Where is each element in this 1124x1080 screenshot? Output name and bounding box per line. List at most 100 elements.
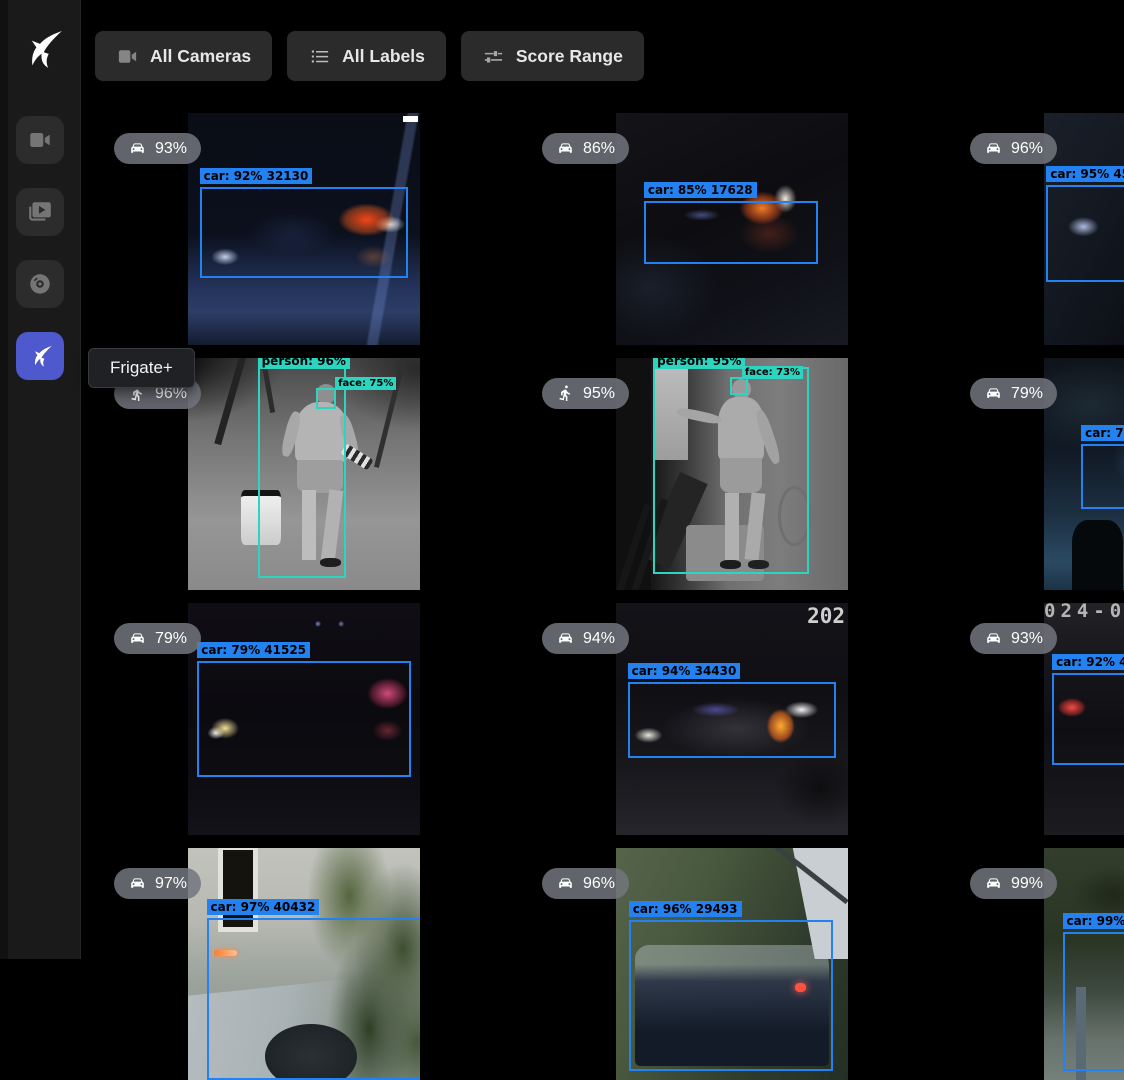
detection-item[interactable]: 94% 202 car: 94% 34430 — [520, 603, 944, 835]
detection-thumbnail[interactable]: person: 96% face: 75% — [188, 358, 420, 590]
filter-label: All Labels — [342, 46, 425, 67]
car-icon — [128, 874, 147, 893]
car-icon — [556, 139, 575, 158]
detection-item[interactable]: 79% car: 79% 41525 — [92, 603, 516, 835]
sidebar-item-live[interactable] — [16, 116, 64, 164]
silhouette — [1072, 520, 1123, 590]
detection-thumbnail[interactable]: car: 96% 29493 — [616, 848, 848, 1080]
score-badge: 79% — [114, 623, 201, 654]
detection-item[interactable]: 86% car: 85% 17628 — [520, 113, 944, 345]
bbox-label: car: 92% 32130 — [200, 168, 313, 184]
camera-timestamp: 024-05 0 — [1044, 603, 1124, 622]
score-badge: 93% — [970, 623, 1057, 654]
list-icon — [308, 45, 331, 68]
sliders-icon — [482, 45, 505, 68]
sidebar-nav — [16, 116, 64, 380]
badge-score: 94% — [583, 630, 615, 648]
detection-item[interactable]: 97% car: 97% 40432 — [92, 848, 516, 1080]
review-play-icon — [27, 199, 53, 225]
detection-item[interactable]: 96% person: 96% face: — [92, 358, 516, 590]
face-bounding-box: face: 73% — [730, 377, 749, 396]
badge-score: 99% — [1011, 875, 1043, 893]
score-badge: 99% — [970, 868, 1057, 899]
detection-thumbnail[interactable]: car: 79% 41525 — [188, 603, 420, 835]
frigate-plus-bird-icon — [27, 343, 53, 369]
score-badge: 95% — [542, 378, 629, 409]
badge-score: 96% — [583, 875, 615, 893]
detection-item[interactable]: 95% — [520, 358, 944, 590]
car-icon — [984, 629, 1003, 648]
bounding-box: car: 92% 4218 — [1052, 673, 1124, 766]
bbox-label: person: 95% — [653, 358, 745, 369]
filter-label: All Cameras — [150, 46, 251, 67]
bounding-box: car: 97% 40432 — [207, 918, 420, 1080]
detection-thumbnail[interactable]: person: 95% face: 73% — [616, 358, 848, 590]
badge-score: 93% — [1011, 630, 1043, 648]
detection-thumbnail[interactable]: car: 97% 40432 — [188, 848, 420, 1080]
car-icon — [984, 139, 1003, 158]
score-badge: 94% — [542, 623, 629, 654]
badge-score: 96% — [1011, 140, 1043, 158]
car-icon — [556, 874, 575, 893]
bounding-box: car: 96% 29493 — [629, 920, 833, 1071]
all-cameras-filter-button[interactable]: All Cameras — [95, 31, 272, 81]
badge-score: 86% — [583, 140, 615, 158]
bbox-label: car: 85% 17628 — [644, 182, 757, 198]
face-label: face: 73% — [742, 366, 803, 379]
osd-fragment — [403, 116, 418, 122]
frigate-logo — [18, 26, 64, 72]
detection-thumbnail[interactable]: 202 car: 94% 34430 — [616, 603, 848, 835]
detection-item[interactable]: 96% car: 96% 29493 — [520, 848, 944, 1080]
sidebar-item-frigate-plus[interactable] — [16, 332, 64, 380]
detection-item[interactable]: 93% car: 92% 32130 — [92, 113, 516, 345]
bbox-label: car: 94% 34430 — [628, 663, 741, 679]
detection-thumbnail[interactable]: car: 92% 32130 — [188, 113, 420, 345]
bbox-label: car: 79% — [1081, 425, 1124, 441]
detection-item[interactable]: 93% 024-05 0 car: 92% 4218 — [948, 603, 1124, 835]
camera-icon — [116, 45, 139, 68]
bbox-label: car: 92% 4218 — [1052, 654, 1124, 670]
car-icon — [984, 874, 1003, 893]
bbox-label: person: 96% — [258, 358, 350, 369]
bounding-box: car: 79% 41525 — [197, 661, 410, 777]
bounding-box: car: 92% 32130 — [200, 187, 409, 277]
bounding-box: car: 95% 45260 — [1046, 185, 1124, 282]
filter-label: Score Range — [516, 46, 623, 67]
face-bounding-box: face: 75% — [316, 388, 337, 409]
car-icon — [984, 384, 1003, 403]
detection-item[interactable]: 96% car: 95% 45260 — [948, 113, 1124, 345]
all-labels-filter-button[interactable]: All Labels — [287, 31, 446, 81]
face-label: face: 75% — [335, 377, 396, 390]
score-badge: 79% — [970, 378, 1057, 409]
sidebar-edge — [0, 0, 8, 959]
score-badge: 97% — [114, 868, 201, 899]
bounding-box: car: 99% 25 — [1063, 932, 1124, 1071]
bbox-label: car: 79% 41525 — [197, 642, 310, 658]
badge-score: 79% — [1011, 385, 1043, 403]
car-icon — [128, 629, 147, 648]
frigate-plus-tooltip: Frigate+ — [88, 348, 195, 388]
detections-grid: 93% car: 92% 32130 86% car: 85% 17628 96… — [92, 113, 1124, 1080]
detection-item[interactable]: 79% car: 79% — [948, 358, 1124, 590]
camera-timestamp: 202 — [807, 604, 845, 628]
detection-thumbnail[interactable]: car: 85% 17628 — [616, 113, 848, 345]
score-badge: 96% — [970, 133, 1057, 164]
badge-score: 79% — [155, 630, 187, 648]
sidebar — [0, 0, 81, 959]
car-icon — [556, 629, 575, 648]
sidebar-item-export[interactable] — [16, 260, 64, 308]
frigate-bird-logo-icon — [18, 26, 64, 72]
score-badge: 93% — [114, 133, 201, 164]
bounding-box: car: 85% 17628 — [644, 201, 818, 264]
detection-item[interactable]: 99% car: 99% 25 — [948, 848, 1124, 1080]
bbox-label: car: 99% 25 — [1063, 913, 1124, 929]
badge-score: 93% — [155, 140, 187, 158]
bbox-label: car: 97% 40432 — [207, 899, 320, 915]
sidebar-item-review[interactable] — [16, 188, 64, 236]
bounding-box: person: 95% — [653, 367, 808, 573]
bounding-box: car: 79% — [1081, 444, 1124, 509]
bbox-label: car: 95% 45260 — [1046, 166, 1124, 182]
score-badge: 86% — [542, 133, 629, 164]
score-range-filter-button[interactable]: Score Range — [461, 31, 644, 81]
badge-score: 95% — [583, 385, 615, 403]
